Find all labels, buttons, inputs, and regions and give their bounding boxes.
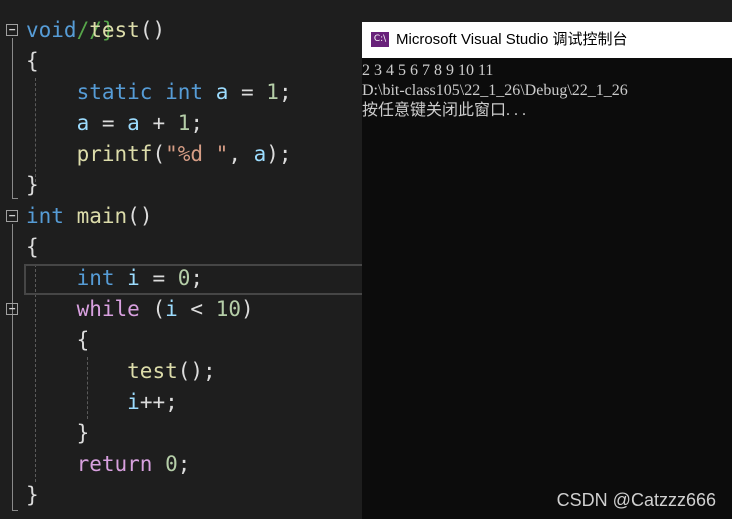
variable-i: i xyxy=(127,390,140,414)
number-literal: 1 xyxy=(177,111,191,135)
code-punct: (); xyxy=(177,359,216,383)
variable-i: i xyxy=(127,266,140,290)
code-punct: () xyxy=(127,204,153,228)
function-name-test: test xyxy=(89,18,140,42)
code-line-9: { xyxy=(26,232,39,263)
keyword-return: return xyxy=(76,452,153,476)
keyword-int: int xyxy=(26,204,64,228)
console-output-line-2: D:\bit-class105\22_1_26\Debug\22_1_26 xyxy=(362,82,628,99)
code-line-5: a = a + 1; xyxy=(26,108,204,139)
code-line-2: void test() xyxy=(26,15,165,46)
fold-outline-main xyxy=(12,224,13,510)
collapse-while-icon[interactable]: − xyxy=(6,303,18,315)
function-name-main: main xyxy=(76,204,128,228)
code-line-1: //} xyxy=(26,0,115,42)
code-punct: ( xyxy=(152,142,166,166)
keyword-static: static xyxy=(76,80,153,104)
code-punct: ; xyxy=(190,111,204,135)
keyword-int: int xyxy=(76,266,115,290)
code-line-4: static int a = 1; xyxy=(26,77,292,108)
keyword-void: void xyxy=(26,18,77,42)
visual-studio-console-icon: C:\ xyxy=(371,32,389,47)
console-output-line-3: 按任意键关闭此窗口. . . xyxy=(362,102,527,119)
number-literal: 1 xyxy=(266,80,279,104)
code-punct: , xyxy=(228,142,254,166)
close-brace: } xyxy=(76,421,90,445)
collapse-main-icon[interactable]: − xyxy=(6,210,18,222)
collapse-test-icon[interactable]: − xyxy=(6,24,18,36)
code-line-12: { xyxy=(26,325,90,356)
code-punct: ( xyxy=(139,297,166,321)
code-punct: ; xyxy=(278,80,292,104)
code-line-8: int main() xyxy=(26,201,152,232)
fold-outline-end xyxy=(12,198,18,199)
code-line-15: } xyxy=(26,418,90,449)
open-brace: { xyxy=(26,49,39,73)
code-operator: + xyxy=(139,111,178,135)
code-operator: = xyxy=(228,80,267,104)
code-punct: () xyxy=(139,18,166,42)
variable-i: i xyxy=(165,297,178,321)
number-literal: 10 xyxy=(215,297,241,321)
code-line-16: return 0; xyxy=(26,449,191,480)
code-line-7: } xyxy=(26,170,39,201)
code-punct: ) xyxy=(240,297,254,321)
variable-a: a xyxy=(215,80,229,104)
code-line-10: int i = 0; xyxy=(26,263,204,294)
code-punct: ; xyxy=(177,452,191,476)
fold-outline-test xyxy=(12,38,13,198)
code-line-6: printf("%d ", a); xyxy=(26,139,292,170)
string-literal: "%d " xyxy=(165,142,229,166)
code-line-11: while (i < 10) xyxy=(26,294,254,325)
code-line-3: { xyxy=(26,46,39,77)
watermark: CSDN @Catzzz666 xyxy=(556,490,716,510)
code-operator: < xyxy=(177,297,216,321)
close-brace: } xyxy=(26,173,39,197)
fold-outline-end xyxy=(12,510,18,511)
variable-a: a xyxy=(253,142,267,166)
code-operator: ++; xyxy=(139,390,178,414)
keyword-int: int xyxy=(165,80,204,104)
console-title: Microsoft Visual Studio 调试控制台 xyxy=(396,31,628,48)
number-literal: 0 xyxy=(177,266,191,290)
keyword-while: while xyxy=(76,297,140,321)
code-line-13: test(); xyxy=(26,356,216,387)
code-line-14: i++; xyxy=(26,387,178,418)
code-operator: = xyxy=(139,266,178,290)
function-call-test: test xyxy=(127,359,178,383)
code-operator: = xyxy=(89,111,128,135)
console-output-line-1: 2 3 4 5 6 7 8 9 10 11 xyxy=(362,62,494,79)
variable-a: a xyxy=(76,111,90,135)
code-line-17: } xyxy=(26,480,39,511)
open-brace: { xyxy=(76,328,90,352)
code-punct: ); xyxy=(266,142,292,166)
console-titlebar[interactable]: C:\ Microsoft Visual Studio 调试控制台 xyxy=(362,22,732,58)
close-brace: } xyxy=(26,483,39,507)
number-literal: 0 xyxy=(165,452,178,476)
function-name-printf: printf xyxy=(76,142,153,166)
debug-console-window[interactable]: C:\ Microsoft Visual Studio 调试控制台 2 3 4 … xyxy=(362,22,732,519)
open-brace: { xyxy=(26,235,39,259)
variable-a: a xyxy=(127,111,140,135)
code-punct: ; xyxy=(190,266,204,290)
